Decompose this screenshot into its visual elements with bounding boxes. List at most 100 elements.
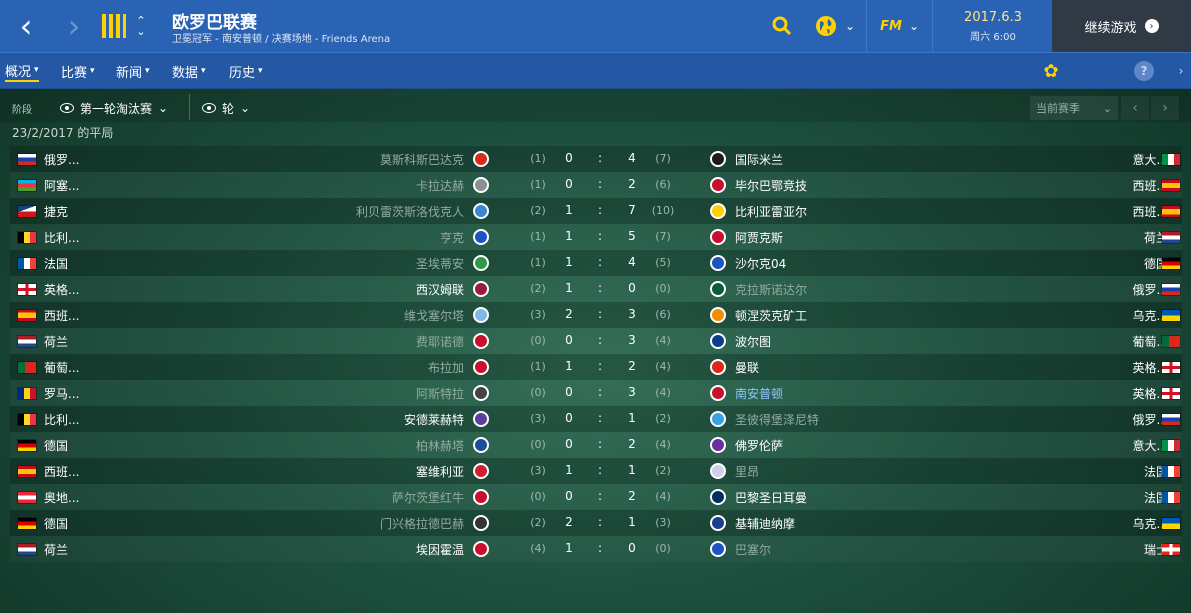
home-team[interactable]: 柏林赫塔 [250,437,464,454]
home-nation[interactable]: 法国 [44,255,68,272]
home-nation[interactable]: 英格... [44,281,79,298]
home-team[interactable]: 萨尔茨堡红牛 [250,489,464,506]
home-nation[interactable]: 比利... [44,229,79,246]
home-nation[interactable]: 阿塞... [44,177,79,194]
away-team[interactable]: 巴塞尔 [735,541,771,558]
home-team[interactable]: 布拉加 [250,359,464,376]
forward-icon[interactable]: › [58,7,90,45]
home-score[interactable]: 2 [562,515,576,529]
away-score[interactable]: 3 [625,333,639,347]
menu-overview[interactable]: 概况 ▾ [5,60,39,82]
home-score[interactable]: 0 [562,151,576,165]
fixture-row[interactable]: 英格... 西汉姆联 (2) 1 : 0 (0) 克拉斯诺达尔 俄罗... [10,276,1182,302]
chevron-down-icon[interactable]: ⌄ [906,14,922,38]
fixture-row[interactable]: 阿塞... 卡拉达赫 (1) 0 : 2 (6) 毕尔巴鄂竞技 西班... [10,172,1182,198]
home-nation[interactable]: 荷兰 [44,333,68,350]
competition-logo-icon[interactable] [98,10,130,42]
away-nation[interactable]: 俄罗... [1110,411,1168,428]
away-nation[interactable]: 乌克... [1110,307,1168,324]
home-score[interactable]: 2 [562,307,576,321]
home-team[interactable]: 塞维利亚 [250,463,464,480]
menu-news[interactable]: 新闻 ▾ [116,60,150,82]
globe-icon[interactable] [812,12,840,40]
home-team[interactable]: 门兴格拉德巴赫 [250,515,464,532]
away-team[interactable]: 毕尔巴鄂竞技 [735,177,807,194]
away-score[interactable]: 1 [625,463,639,477]
home-team[interactable]: 安德莱赫特 [250,411,464,428]
home-nation[interactable]: 奥地... [44,489,79,506]
home-score[interactable]: 1 [562,359,576,373]
home-nation[interactable]: 西班... [44,307,79,324]
away-nation[interactable]: 德国 [1110,255,1168,272]
home-nation[interactable]: 俄罗... [44,151,79,168]
menu-history[interactable]: 历史 ▾ [229,60,263,82]
home-nation[interactable]: 捷克 [44,203,68,220]
away-team[interactable]: 顿涅茨克矿工 [735,307,807,324]
away-team[interactable]: 佛罗伦萨 [735,437,783,454]
away-nation[interactable]: 意大... [1110,151,1168,168]
home-team[interactable]: 卡拉达赫 [250,177,464,194]
home-team[interactable]: 维戈塞尔塔 [250,307,464,324]
away-nation[interactable]: 乌克... [1110,515,1168,532]
menu-stats[interactable]: 数据 ▾ [172,60,206,82]
home-score[interactable]: 1 [562,203,576,217]
fixture-row[interactable]: 德国 门兴格拉德巴赫 (2) 2 : 1 (3) 基辅迪纳摩 乌克... [10,510,1182,536]
flower-icon[interactable]: ✿ [1040,60,1062,82]
away-team[interactable]: 比利亚雷亚尔 [735,203,807,220]
fixture-row[interactable]: 俄罗... 莫斯科斯巴达克 (1) 0 : 4 (7) 国际米兰 意大... [10,146,1182,172]
away-nation[interactable]: 荷兰 [1110,229,1168,246]
home-score[interactable]: 1 [562,281,576,295]
away-team[interactable]: 曼联 [735,359,759,376]
away-score[interactable]: 2 [625,359,639,373]
away-team[interactable]: 阿贾克斯 [735,229,783,246]
fixture-row[interactable]: 法国 圣埃蒂安 (1) 1 : 4 (5) 沙尔克04 德国 [10,250,1182,276]
away-score[interactable]: 4 [625,151,639,165]
fixture-row[interactable]: 奥地... 萨尔茨堡红牛 (0) 0 : 2 (4) 巴黎圣日耳曼 法国 [10,484,1182,510]
home-nation[interactable]: 西班... [44,463,79,480]
home-team[interactable]: 亨克 [250,229,464,246]
home-team[interactable]: 费耶诺德 [250,333,464,350]
home-team[interactable]: 圣埃蒂安 [250,255,464,272]
away-team[interactable]: 南安普顿 [735,385,783,402]
away-nation[interactable]: 俄罗... [1110,281,1168,298]
away-nation[interactable]: 法国 [1110,463,1168,480]
home-nation[interactable]: 比利... [44,411,79,428]
away-score[interactable]: 2 [625,177,639,191]
away-score[interactable]: 1 [625,411,639,425]
away-nation[interactable]: 葡萄... [1110,333,1168,350]
fixture-row[interactable]: 西班... 维戈塞尔塔 (3) 2 : 3 (6) 顿涅茨克矿工 乌克... [10,302,1182,328]
fixture-row[interactable]: 荷兰 埃因霍温 (4) 1 : 0 (0) 巴塞尔 瑞士 [10,536,1182,562]
home-score[interactable]: 0 [562,437,576,451]
home-nation[interactable]: 罗马... [44,385,79,402]
fixture-row[interactable]: 葡萄... 布拉加 (1) 1 : 2 (4) 曼联 英格... [10,354,1182,380]
fixture-row[interactable]: 德国 柏林赫塔 (0) 0 : 2 (4) 佛罗伦萨 意大... [10,432,1182,458]
away-score[interactable]: 5 [625,229,639,243]
home-score[interactable]: 0 [562,489,576,503]
search-icon[interactable] [768,12,796,40]
fixture-row[interactable]: 西班... 塞维利亚 (3) 1 : 1 (2) 里昂 法国 [10,458,1182,484]
home-nation[interactable]: 德国 [44,437,68,454]
away-nation[interactable]: 瑞士 [1110,541,1168,558]
home-team[interactable]: 莫斯科斯巴达克 [250,151,464,168]
home-score[interactable]: 0 [562,411,576,425]
away-score[interactable]: 7 [625,203,639,217]
away-team[interactable]: 巴黎圣日耳曼 [735,489,807,506]
home-nation[interactable]: 荷兰 [44,541,68,558]
away-team[interactable]: 圣彼得堡泽尼特 [735,411,819,428]
home-score[interactable]: 1 [562,463,576,477]
competition-switch-icon[interactable]: ⌃ ⌄ [132,12,150,40]
home-team[interactable]: 西汉姆联 [250,281,464,298]
away-nation[interactable]: 英格... [1110,359,1168,376]
away-score[interactable]: 4 [625,255,639,269]
home-team[interactable]: 埃因霍温 [250,541,464,558]
home-score[interactable]: 0 [562,333,576,347]
home-nation[interactable]: 德国 [44,515,68,532]
home-score[interactable]: 1 [562,541,576,555]
away-team[interactable]: 沙尔克04 [735,255,786,272]
away-nation[interactable]: 英格... [1110,385,1168,402]
round-filter[interactable]: 第一轮淘汰赛 ⌄ [60,98,168,118]
help-icon[interactable]: ? [1134,61,1154,81]
menu-matches[interactable]: 比赛 ▾ [61,60,95,82]
season-select[interactable]: 当前赛季 ⌄ [1030,96,1118,120]
game-date[interactable]: 2017.6.3 周六 6:00 [933,0,1053,52]
